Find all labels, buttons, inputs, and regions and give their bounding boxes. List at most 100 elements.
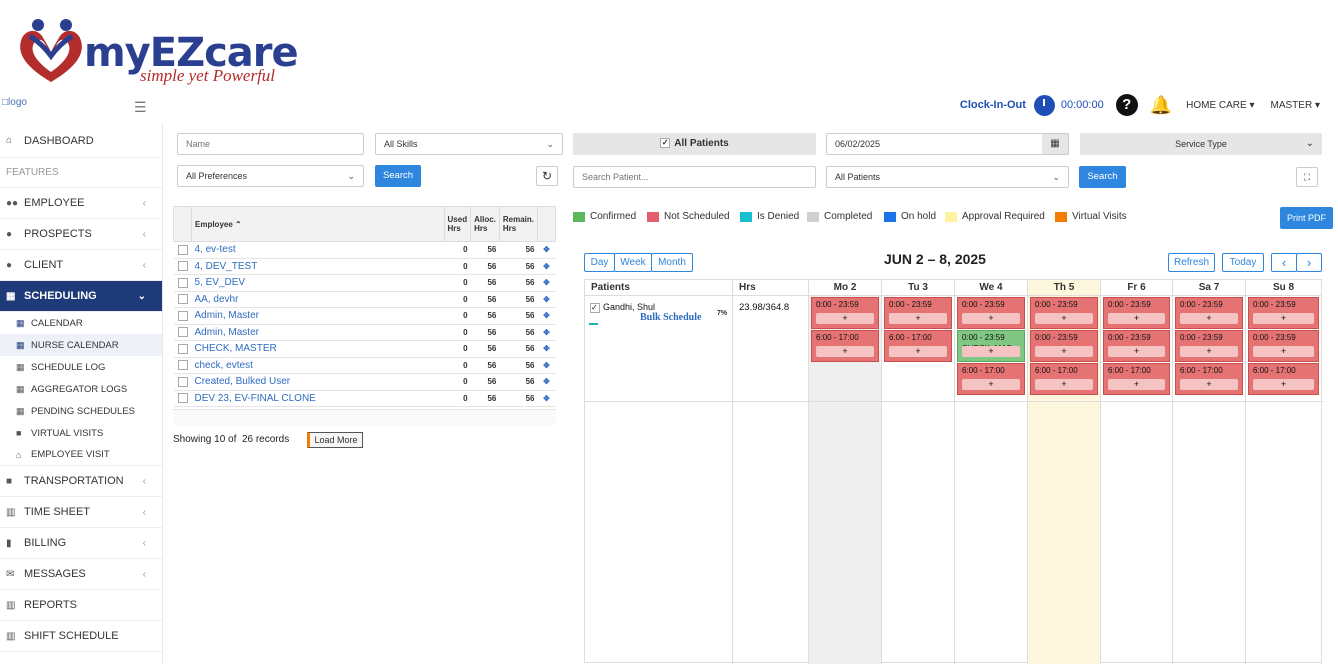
drag-move-icon[interactable]: ✥ bbox=[537, 241, 556, 259]
row-checkbox[interactable] bbox=[173, 340, 192, 358]
prev-week-button[interactable]: ‹ bbox=[1271, 253, 1297, 272]
shift-block[interactable]: 0:00 - 23:59CHECK, MAS...+ bbox=[957, 330, 1025, 362]
add-shift-button[interactable]: + bbox=[889, 313, 947, 324]
add-shift-button[interactable]: + bbox=[1180, 379, 1238, 390]
view-week-button[interactable]: Week bbox=[614, 253, 652, 272]
employee-name[interactable]: DEV 23, EV-FINAL CLONE bbox=[191, 390, 445, 407]
sidebar-subitem-aggregator-logs[interactable]: ▦ AGGREGATOR LOGS bbox=[0, 378, 162, 400]
clock-in-out-label[interactable]: Clock-In-Out bbox=[960, 99, 1026, 111]
add-shift-button[interactable]: + bbox=[816, 313, 874, 324]
sidebar-item-employee[interactable]: ●● EMPLOYEE ‹ bbox=[0, 188, 162, 219]
today-button[interactable]: Today bbox=[1222, 253, 1264, 272]
add-shift-button[interactable]: + bbox=[962, 346, 1020, 357]
load-more-button[interactable]: Load More bbox=[307, 432, 363, 448]
employee-name[interactable]: 4, ev-test bbox=[191, 241, 445, 259]
add-shift-button[interactable]: + bbox=[816, 346, 874, 357]
sidebar-item-reports[interactable]: ▥ REPORTS bbox=[0, 590, 162, 621]
sidebar-item-messages[interactable]: ✉ MESSAGES ‹ bbox=[0, 559, 162, 590]
employee-column-header[interactable]: Employee ⌃ bbox=[191, 206, 445, 242]
add-shift-button[interactable]: + bbox=[1108, 379, 1165, 390]
patients-select[interactable]: All Patients ⌄ bbox=[826, 166, 1069, 188]
employee-name[interactable]: check, evtest bbox=[191, 357, 445, 374]
sidebar-subitem-schedule-log[interactable]: ▦ SCHEDULE LOG bbox=[0, 356, 162, 378]
drag-move-icon[interactable]: ✥ bbox=[537, 291, 556, 308]
drag-move-icon[interactable]: ✥ bbox=[537, 373, 556, 391]
table-row[interactable]: CHECK, MASTER 0 56 56 ✥ bbox=[173, 340, 556, 358]
add-shift-button[interactable]: + bbox=[1180, 313, 1238, 324]
sidebar-item-billing[interactable]: ▮ BILLING ‹ bbox=[0, 528, 162, 559]
add-shift-button[interactable]: + bbox=[1253, 313, 1314, 324]
calendar-icon[interactable]: ▦ bbox=[1042, 134, 1068, 154]
sidebar-subitem-calendar[interactable]: ▦ CALENDAR bbox=[0, 312, 162, 334]
table-row[interactable]: 5, EV_DEV 0 56 56 ✥ bbox=[173, 274, 556, 292]
master-menu[interactable]: MASTER ▾ bbox=[1271, 100, 1320, 111]
date-input[interactable]: 06/02/2025 ▦ bbox=[826, 133, 1069, 155]
sidebar-item-client[interactable]: ● CLIENT ‹ bbox=[0, 250, 162, 281]
table-row[interactable]: 4, DEV_TEST 0 56 56 ✥ bbox=[173, 258, 556, 275]
shift-block[interactable]: 0:00 - 23:59 + bbox=[957, 297, 1025, 329]
bulk-schedule-link[interactable]: Bulk Schedule bbox=[640, 312, 701, 323]
bell-icon[interactable]: 🔔 bbox=[1150, 95, 1172, 116]
sidebar-subitem-nurse-calendar[interactable]: ▦ NURSE CALENDAR bbox=[0, 334, 162, 356]
add-shift-button[interactable]: + bbox=[889, 346, 947, 357]
table-row[interactable]: Admin, Master 0 56 56 ✥ bbox=[173, 324, 556, 341]
sidebar-item-scheduling[interactable]: ▦ SCHEDULING ⌄ bbox=[0, 281, 162, 312]
drag-move-icon[interactable]: ✥ bbox=[537, 390, 556, 407]
row-checkbox[interactable] bbox=[173, 307, 192, 325]
row-checkbox[interactable] bbox=[173, 324, 192, 341]
sidebar-item-prospects[interactable]: ● PROSPECTS ‹ bbox=[0, 219, 162, 250]
drag-move-icon[interactable]: ✥ bbox=[537, 324, 556, 341]
add-shift-button[interactable]: + bbox=[1253, 379, 1314, 390]
print-pdf-button[interactable]: Print PDF bbox=[1280, 207, 1333, 229]
sidebar-subitem-virtual-visits[interactable]: ■ VIRTUAL VISITS bbox=[0, 422, 162, 444]
add-shift-button[interactable]: + bbox=[1253, 346, 1314, 357]
add-shift-button[interactable]: + bbox=[1180, 346, 1238, 357]
row-checkbox[interactable] bbox=[173, 390, 192, 407]
shift-block[interactable]: 6:00 - 17:00 + bbox=[1030, 363, 1098, 395]
sidebar-item-dashboard[interactable]: ⌂ DASHBOARD bbox=[0, 124, 162, 158]
search-patient-input[interactable] bbox=[573, 166, 816, 188]
shift-block[interactable]: 6:00 - 17:00 + bbox=[1175, 363, 1243, 395]
row-checkbox[interactable] bbox=[173, 274, 192, 292]
row-checkbox[interactable] bbox=[173, 357, 192, 374]
drag-move-icon[interactable]: ✥ bbox=[537, 340, 556, 358]
shift-block[interactable]: 0:00 - 23:59 + bbox=[884, 297, 952, 329]
table-row[interactable]: 4, ev-test 0 56 56 ✥ bbox=[173, 241, 556, 259]
drag-move-icon[interactable]: ✥ bbox=[537, 274, 556, 292]
shift-block[interactable]: 0:00 - 23:59 + bbox=[1175, 297, 1243, 329]
shift-block[interactable]: 0:00 - 23:59 + bbox=[1030, 330, 1098, 362]
row-checkbox[interactable] bbox=[173, 373, 192, 391]
shift-block[interactable]: 0:00 - 23:59 + bbox=[811, 297, 879, 329]
drag-move-icon[interactable]: ✥ bbox=[537, 357, 556, 374]
shift-block[interactable]: 6:00 - 17:00 + bbox=[811, 330, 879, 362]
shift-block[interactable]: 0:00 - 23:59 + bbox=[1103, 297, 1170, 329]
row-checkbox[interactable] bbox=[173, 291, 192, 308]
row-checkbox[interactable] bbox=[173, 241, 192, 259]
hamburger-menu-icon[interactable]: ☰ bbox=[134, 99, 147, 116]
service-type-select[interactable]: Service Type ⌄ bbox=[1080, 133, 1322, 155]
clock-icon[interactable] bbox=[1033, 94, 1055, 116]
employee-name[interactable]: 5, EV_DEV bbox=[191, 274, 445, 292]
fullscreen-icon[interactable]: ⛶ bbox=[1296, 167, 1318, 187]
add-shift-button[interactable]: + bbox=[962, 313, 1020, 324]
refresh-button[interactable]: Refresh bbox=[1168, 253, 1215, 272]
table-row[interactable]: DEV 23, EV-FINAL CLONE 0 56 56 ✥ bbox=[173, 390, 556, 407]
shift-block[interactable]: 0:00 - 23:59 + bbox=[1248, 330, 1319, 362]
shift-block[interactable]: 0:00 - 23:59 + bbox=[1103, 330, 1170, 362]
employee-name[interactable]: Admin, Master bbox=[191, 324, 445, 341]
shift-block[interactable]: 6:00 - 17:00 + bbox=[957, 363, 1025, 395]
drag-move-icon[interactable]: ✥ bbox=[537, 258, 556, 275]
help-icon[interactable]: ? bbox=[1115, 94, 1138, 116]
skills-select[interactable]: All Skills ⌄ bbox=[375, 133, 563, 155]
home-care-menu[interactable]: HOME CARE ▾ bbox=[1186, 100, 1254, 111]
sidebar-subitem-pending-schedules[interactable]: ▦ PENDING SCHEDULES bbox=[0, 400, 162, 422]
add-shift-button[interactable]: + bbox=[1108, 313, 1165, 324]
sidebar-item-transportation[interactable]: ■ TRANSPORTATION ‹ bbox=[0, 466, 162, 497]
add-shift-button[interactable]: + bbox=[1035, 379, 1093, 390]
table-row[interactable]: Admin, Master 0 56 56 ✥ bbox=[173, 307, 556, 325]
name-input[interactable] bbox=[177, 133, 364, 155]
patient-search-button[interactable]: Search bbox=[1079, 166, 1126, 188]
table-row[interactable]: check, evtest 0 56 56 ✥ bbox=[173, 357, 556, 374]
add-shift-button[interactable]: + bbox=[1108, 346, 1165, 357]
refresh-icon[interactable]: ↻ bbox=[536, 166, 558, 186]
